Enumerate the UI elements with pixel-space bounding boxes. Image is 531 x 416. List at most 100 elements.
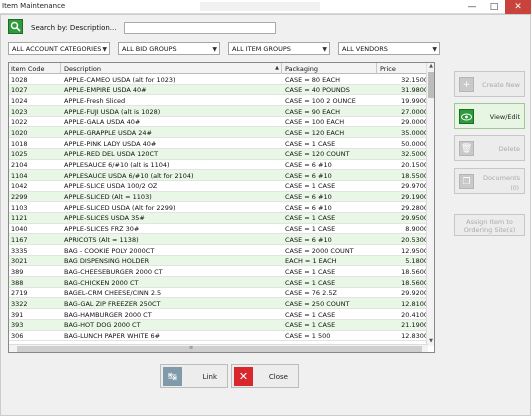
- table-row[interactable]: 1023 APPLE-FUJI USDA (alt is 1028) CASE = …: [9, 106, 434, 117]
- table-row[interactable]: 1104 APPLESAUCE USDA 6/#10 (alt for 2104)…: [9, 170, 434, 181]
- cell-price: 29.2800: [401, 203, 428, 212]
- table-row[interactable]: 306 BAG-LUNCH PAPER WHITE 6# CASE = 1 500 1…: [9, 331, 434, 342]
- table-row[interactable]: 3322 BAG-GAL ZIP FREEZER 250CT CASE = 250 …: [9, 298, 434, 310]
- cell-price: 5.1800: [405, 257, 428, 266]
- search-label: Search by: Description...: [31, 24, 117, 32]
- table-row[interactable]: 3335 BAG - COOKIE POLY 2000CT CASE = 2000 …: [9, 245, 434, 256]
- bid-group-select[interactable]: ALL BID GROUPS ▼: [118, 42, 220, 55]
- vendor-value: ALL VENDORS: [342, 45, 388, 53]
- cell-price: 31.9800: [401, 86, 428, 95]
- maximize-icon[interactable]: □: [483, 0, 505, 14]
- link-icon: ↹: [163, 367, 182, 386]
- cell-description: APPLE-SLICES USDA 35#: [64, 214, 145, 223]
- view-edit-button[interactable]: View/Edit: [454, 103, 525, 129]
- horizontal-scrollbar[interactable]: ≡: [9, 344, 428, 352]
- col-header-description-label: Description: [64, 65, 102, 73]
- assign-item-button[interactable]: Assign Item to Ordering Site(s): [454, 214, 525, 236]
- search-button[interactable]: [8, 19, 23, 34]
- close-label: Close: [268, 373, 288, 381]
- create-new-button[interactable]: + Create New: [454, 71, 525, 97]
- title-bar-blank: [200, 2, 320, 11]
- search-input[interactable]: [124, 22, 276, 34]
- sort-ascending-icon: ▲: [275, 65, 279, 71]
- documents-count: (0): [510, 185, 520, 192]
- documents-button[interactable]: ❐ Documents (0): [454, 168, 525, 194]
- scroll-up-icon[interactable]: ▲: [427, 63, 434, 71]
- cell-description: APPLE-PINK LADY USDA 40#: [64, 139, 157, 148]
- table-row[interactable]: 1028 APPLE-CAMEO USDA (alt for 1023) CASE …: [9, 74, 434, 85]
- table-row[interactable]: 2719 BAGEL-CRM CHEESE/CINN 2.5 CASE = 76 2…: [9, 288, 434, 299]
- cell-packaging: CASE = 100 2 OUNCE: [285, 96, 356, 105]
- cell-description: APPLE-EMPIRE USDA 40#: [64, 86, 147, 95]
- cell-item-code: 1167: [11, 235, 28, 244]
- close-icon[interactable]: ✕: [505, 0, 531, 14]
- cell-price: 32.1500: [401, 75, 428, 84]
- cell-price: 27.0000: [401, 107, 428, 116]
- vertical-scrollbar[interactable]: ▲ ▼: [426, 63, 434, 346]
- table-row[interactable]: 3021 BAG DISPENSING HOLDER EACH = 1 EACH 5.…: [9, 255, 434, 267]
- cell-packaging: CASE = 1 CASE: [285, 310, 336, 319]
- table-row[interactable]: 1025 APPLE-RED DEL USDA 120CT CASE = 120 C…: [9, 148, 434, 160]
- vendor-select[interactable]: ALL VENDORS ▼: [338, 42, 440, 55]
- table-row[interactable]: 1103 APPLE-SLICED USDA (Alt for 2299) CASE…: [9, 202, 434, 213]
- close-x-icon: ✕: [234, 367, 253, 386]
- cell-packaging: CASE = 90 EACH: [285, 107, 340, 116]
- cell-price: 18.5500: [401, 171, 428, 180]
- vertical-scroll-thumb[interactable]: [428, 72, 434, 98]
- table-row[interactable]: 2104 APPLESAUCE 6/#10 (alt is 1104) CASE =…: [9, 160, 434, 171]
- cell-description: APPLESAUCE USDA 6/#10 (alt for 2104): [64, 171, 194, 180]
- cell-item-code: 1022: [11, 118, 28, 127]
- table-row[interactable]: 393 BAG-HOT DOG 2000 CT CASE = 1 CASE 21.19…: [9, 319, 434, 331]
- cell-item-code: 391: [11, 310, 24, 319]
- table-row[interactable]: 1022 APPLE-GALA USDA 40# CASE = 100 EACH 29…: [9, 117, 434, 128]
- cell-packaging: CASE = 1 CASE: [285, 267, 336, 276]
- table-row[interactable]: 1020 APPLE-GRAPPLE USDA 24# CASE = 120 EAC…: [9, 127, 434, 139]
- col-header-packaging[interactable]: Packaging: [283, 63, 377, 74]
- chevron-down-icon: ▼: [102, 46, 107, 53]
- account-category-select[interactable]: ALL ACCOUNT CATEGORIES ▼: [8, 42, 110, 55]
- table-row[interactable]: 388 BAG-CHICKEN 2000 CT CASE = 1 CASE 18.56…: [9, 277, 434, 288]
- cell-description: BAG - COOKIE POLY 2000CT: [64, 246, 155, 255]
- cell-item-code: 3021: [11, 257, 28, 266]
- delete-button[interactable]: 🗑 Delete: [454, 135, 525, 161]
- cell-description: BAGEL-CRM CHEESE/CINN 2.5: [64, 289, 162, 298]
- table-row[interactable]: 1042 APPLE-SLICE USDA 100/2 OZ CASE = 1 CA…: [9, 181, 434, 192]
- table-row[interactable]: 2299 APPLE-SLICED (Alt = 1103) CASE = 6 #1…: [9, 191, 434, 203]
- cell-description: APPLE-GALA USDA 40#: [64, 118, 141, 127]
- scroll-down-icon[interactable]: ▼: [427, 338, 434, 346]
- cell-description: BAG-HOT DOG 2000 CT: [64, 321, 141, 330]
- eye-icon: [459, 109, 474, 124]
- cell-price: 32.5000: [401, 150, 428, 159]
- link-button[interactable]: ↹ Link: [160, 364, 228, 388]
- col-header-description[interactable]: Description ▲: [62, 63, 282, 74]
- table-row[interactable]: 1027 APPLE-EMPIRE USDA 40# CASE = 40 POUND…: [9, 84, 434, 96]
- table-row[interactable]: 391 BAG-HAMBURGER 2000 CT CASE = 1 CASE 20.…: [9, 309, 434, 320]
- cell-price: 12.9500: [401, 246, 428, 255]
- table-row[interactable]: 1121 APPLE-SLICES USDA 35# CASE = 1 CASE 29…: [9, 212, 434, 224]
- col-header-item-code[interactable]: Item Code: [9, 63, 61, 74]
- cell-price: 12.8100: [401, 299, 428, 308]
- cell-packaging: CASE = 6 #10: [285, 171, 332, 180]
- minimize-icon[interactable]: —: [461, 0, 483, 14]
- cell-description: APPLE-RED DEL USDA 120CT: [64, 150, 159, 159]
- window-title: Item Maintenance: [2, 2, 66, 10]
- cell-price: 21.1900: [401, 321, 428, 330]
- window-controls: — □ ✕: [461, 0, 531, 14]
- search-icon: [10, 21, 21, 32]
- table-row[interactable]: 1018 APPLE-PINK LADY USDA 40# CASE = 1 CAS…: [9, 138, 434, 149]
- col-header-price[interactable]: Price: [378, 63, 430, 74]
- cell-packaging: CASE = 6 #10: [285, 193, 332, 202]
- create-new-label: Create New: [482, 81, 520, 89]
- table-row[interactable]: 1040 APPLE-SLICES FRZ 30# CASE = 1 CASE 8.9…: [9, 224, 434, 235]
- table-row[interactable]: 1024 APPLE-Fresh Sliced CASE = 100 2 OUNCE…: [9, 95, 434, 107]
- table-row[interactable]: 1167 APRICOTS (Alt = 1138) CASE = 6 #10 20.…: [9, 234, 434, 245]
- close-button[interactable]: ✕ Close: [231, 364, 299, 388]
- cell-packaging: CASE = 100 EACH: [285, 118, 345, 127]
- item-group-select[interactable]: ALL ITEM GROUPS ▼: [228, 42, 330, 55]
- table-row[interactable]: 389 BAG-CHEESEBURGER 2000 CT CASE = 1 CASE…: [9, 266, 434, 278]
- horizontal-scroll-thumb[interactable]: [17, 346, 422, 352]
- cell-packaging: CASE = 1 CASE: [285, 182, 336, 191]
- chevron-down-icon: ▼: [432, 46, 437, 53]
- cell-item-code: 3322: [11, 299, 28, 308]
- link-label: Link: [202, 373, 217, 381]
